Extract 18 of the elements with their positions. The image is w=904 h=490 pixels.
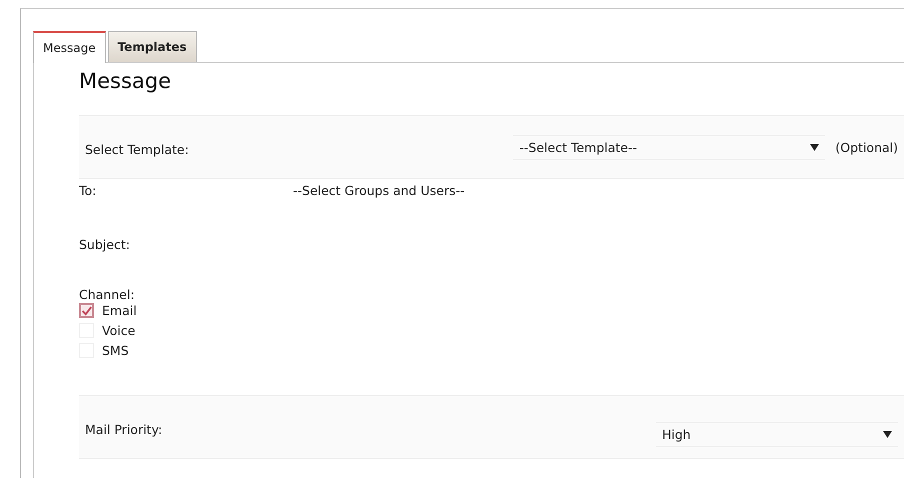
- tab[interactable]: Templates: [108, 31, 197, 62]
- field-label: Channel:: [79, 286, 136, 302]
- hint-text: (Optional): [835, 140, 898, 154]
- checkbox[interactable]: [79, 303, 94, 318]
- checkbox-label: Voice: [102, 323, 136, 338]
- dropdown[interactable]: --Select Template--: [513, 134, 826, 160]
- caret-icon: [810, 144, 820, 150]
- section-heading: Message: [79, 69, 172, 93]
- caret-icon: [883, 430, 892, 438]
- field-label: To:: [79, 182, 98, 198]
- tab[interactable]: Message: [33, 31, 106, 63]
- field-label: Select Template:: [85, 140, 190, 156]
- recipients-selector[interactable]: --Select Groups and Users--: [287, 179, 471, 202]
- checkbox-label: SMS: [102, 343, 129, 358]
- field-label: Mail Priority:: [85, 420, 164, 436]
- dropdown[interactable]: High: [656, 422, 898, 446]
- checkbox-label: Email: [102, 303, 137, 318]
- field-label: Subject:: [79, 236, 131, 252]
